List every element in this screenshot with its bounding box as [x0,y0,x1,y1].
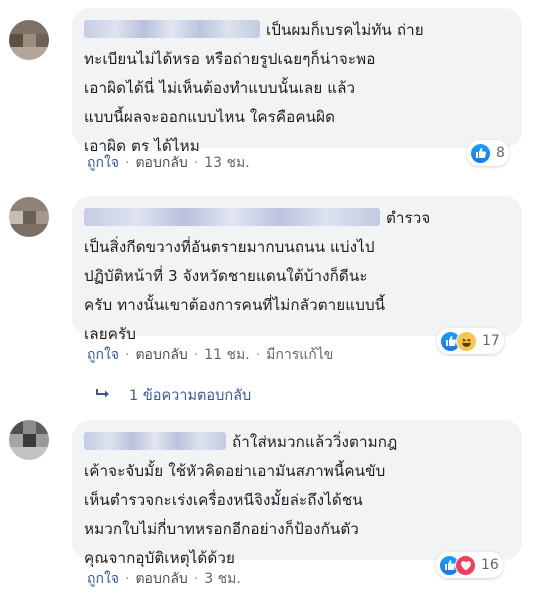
timestamp[interactable]: 3 ชม. [204,571,241,587]
reaction-summary[interactable]: 17 [437,328,504,354]
timestamp[interactable]: 11 ชม. [204,347,249,363]
reaction-count: 8 [496,145,505,161]
avatar[interactable] [9,420,49,460]
reaction-summary[interactable]: 8 [467,140,509,166]
blurred-author-name[interactable] [84,432,226,450]
comment-line: ตำรวจ [84,204,510,233]
comment-line: ถ้าใส่หมวกแล้ววิ่งตามกฎ [84,428,510,457]
edited-label[interactable]: มีการแก้ไข [266,347,333,363]
comment-line: เอาผิดได้นี่ ไม่เห็นต้องทำแบบนั้นเลย แล้… [84,79,356,97]
timestamp[interactable]: 13 ชม. [204,155,249,171]
comment-line: หมวกใบไม่กี่บาทหรอกอีกอย่างก็ป้องกันตัว [84,520,359,538]
blurred-author-name[interactable] [84,20,260,38]
comment-line: ครับ ทางนั้นเขาต้องการคนที่ไม่กลัวตายแบบ… [84,296,386,314]
like-icon [470,142,491,164]
comment-bubble: ตำรวจ เป็นสิ่งกีดขวางที่อันตรายมากบนถนน … [72,196,522,343]
comment-line: เป็นผมก็เบรคไม่ทัน ถ่าย [84,16,510,45]
comment-line: เป็นสิ่งกีดขวางที่อันตรายมากบนถนน แบ่งไป [84,238,375,256]
like-link[interactable]: ถูกใจ [87,347,119,363]
view-replies-link[interactable]: 1 ข้อความตอบกลับ [95,384,251,407]
like-link[interactable]: ถูกใจ [87,155,119,171]
like-link[interactable]: ถูกใจ [87,571,119,587]
replies-count-label: 1 ข้อความตอบกลับ [129,388,252,404]
avatar[interactable] [9,197,49,237]
comment-line: ทะเบียนไม่ได้หรอ หรือถ่ายรูปเฉยๆก็น่าจะพ… [84,50,376,68]
comment-bubble: ถ้าใส่หมวกแล้ววิ่งตามกฎ เค้าจะจับมั้ย ใช… [72,420,522,567]
comment-line: ปฏิบัติหน้าที่ 3 จังหวัดชายแดนใต้บ้างก็ด… [84,267,368,285]
reaction-count: 16 [481,557,499,573]
haha-icon [456,330,477,352]
reply-link[interactable]: ตอบกลับ [135,347,187,363]
reaction-summary[interactable]: 16 [436,552,503,578]
comment-bubble: เป็นผมก็เบรคไม่ทัน ถ่าย ทะเบียนไม่ได้หรอ… [72,8,522,155]
love-icon [455,554,476,576]
reaction-count: 17 [482,333,500,349]
comment-actions: ถูกใจ · ตอบกลับ · 3 ชม. [87,571,241,587]
reply-link[interactable]: ตอบกลับ [135,155,187,171]
comment-line: แบบนี้ผลจะออกแบบไหน ใครคือคนผิด [84,108,336,126]
comment-actions: ถูกใจ · ตอบกลับ · 11 ชม. · มีการแก้ไข [87,347,334,363]
comment-line: เค้าจะจับมั้ย ใช้หัวคิดอย่าเอามันสภาพนี้… [84,462,386,480]
comment-actions: ถูกใจ · ตอบกลับ · 13 ชม. [87,155,250,171]
blurred-author-name[interactable] [84,208,380,226]
comment-line: เห็นตำรวจกะเร่งเครื่องหนีจิงมั้ยล่ะถึงได… [84,491,363,509]
reply-link[interactable]: ตอบกลับ [135,571,187,587]
avatar[interactable] [9,20,49,60]
reply-arrow-icon [95,388,111,404]
